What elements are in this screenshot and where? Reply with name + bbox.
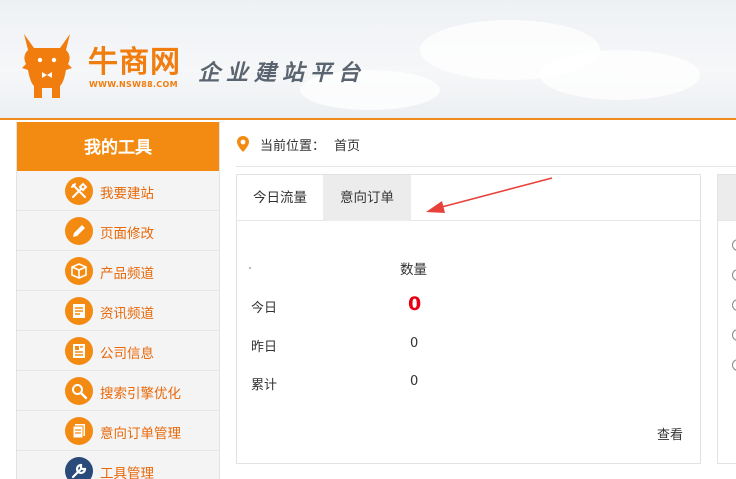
sidebar-item-label: 我要建站	[100, 186, 154, 202]
row-label-yesterday: 昨日	[251, 340, 278, 355]
radio-button[interactable]	[732, 269, 736, 281]
row-value-total: 0	[410, 374, 419, 389]
sidebar-item-label: 公司信息	[100, 346, 154, 362]
right-panel-partial	[717, 174, 736, 464]
sidebar-item-seo[interactable]: 搜索引擎优化	[17, 371, 219, 411]
location-pin-icon	[237, 136, 249, 152]
news-icon	[65, 297, 93, 325]
radio-button[interactable]	[732, 299, 736, 311]
view-link[interactable]: 查看	[657, 424, 683, 443]
row-value-yesterday: 0	[410, 336, 419, 351]
company-info-icon	[65, 337, 93, 365]
row-label-today: 今日	[251, 301, 278, 316]
radio-button[interactable]	[732, 359, 736, 371]
column-header-count: 数量	[400, 262, 427, 278]
logo-text: 牛商网	[88, 45, 181, 80]
breadcrumb: 当前位置： 首页	[236, 122, 736, 167]
sidebar-item-label: 工具管理	[100, 466, 154, 479]
platform-slogan: 企业建站平台	[198, 60, 367, 86]
annotation-arrow-icon	[426, 177, 553, 213]
sidebar-item-products[interactable]: 产品频道	[17, 251, 219, 291]
cow-logo-icon	[22, 34, 72, 98]
search-icon	[65, 377, 93, 405]
sidebar-item-label: 页面修改	[100, 226, 154, 242]
right-panel-tab[interactable]	[718, 175, 736, 221]
tab-intent-orders[interactable]: 意向订单	[323, 175, 411, 221]
sidebar-item-tool-management[interactable]: 工具管理	[17, 451, 219, 479]
sidebar: 我的工具 我要建站 页面修改 产品频道 资讯频道 公司信息 搜索引擎优化 意向订…	[16, 122, 220, 479]
radio-button[interactable]	[732, 239, 736, 251]
radio-button[interactable]	[732, 329, 736, 341]
sidebar-item-label: 产品频道	[100, 266, 154, 282]
box-icon	[65, 257, 93, 285]
breadcrumb-current[interactable]: 首页	[334, 135, 360, 154]
sidebar-item-build-site[interactable]: 我要建站	[17, 171, 219, 211]
pencil-icon	[65, 217, 93, 245]
sidebar-item-news[interactable]: 资讯频道	[17, 291, 219, 331]
breadcrumb-label: 当前位置：	[260, 139, 326, 154]
tab-today-traffic[interactable]: 今日流量	[237, 175, 323, 221]
sidebar-item-page-edit[interactable]: 页面修改	[17, 211, 219, 251]
logo-url: WWW.NSW88.COM	[89, 80, 178, 89]
wrench-icon	[65, 457, 93, 479]
sidebar-item-label: 搜索引擎优化	[100, 386, 181, 402]
sidebar-title: 我的工具	[17, 122, 219, 171]
row-value-today: 0	[408, 293, 422, 315]
row-label-total: 累计	[251, 378, 278, 393]
table-corner-dot	[249, 267, 251, 269]
sidebar-item-order-management[interactable]: 意向订单管理	[17, 411, 219, 451]
tools-icon	[65, 177, 93, 205]
sidebar-item-company-info[interactable]: 公司信息	[17, 331, 219, 371]
sidebar-item-label: 意向订单管理	[100, 426, 181, 442]
document-icon	[65, 417, 93, 445]
header-banner: 牛商网 WWW.NSW88.COM 企业建站平台	[0, 0, 736, 120]
sidebar-item-label: 资讯频道	[100, 306, 154, 322]
